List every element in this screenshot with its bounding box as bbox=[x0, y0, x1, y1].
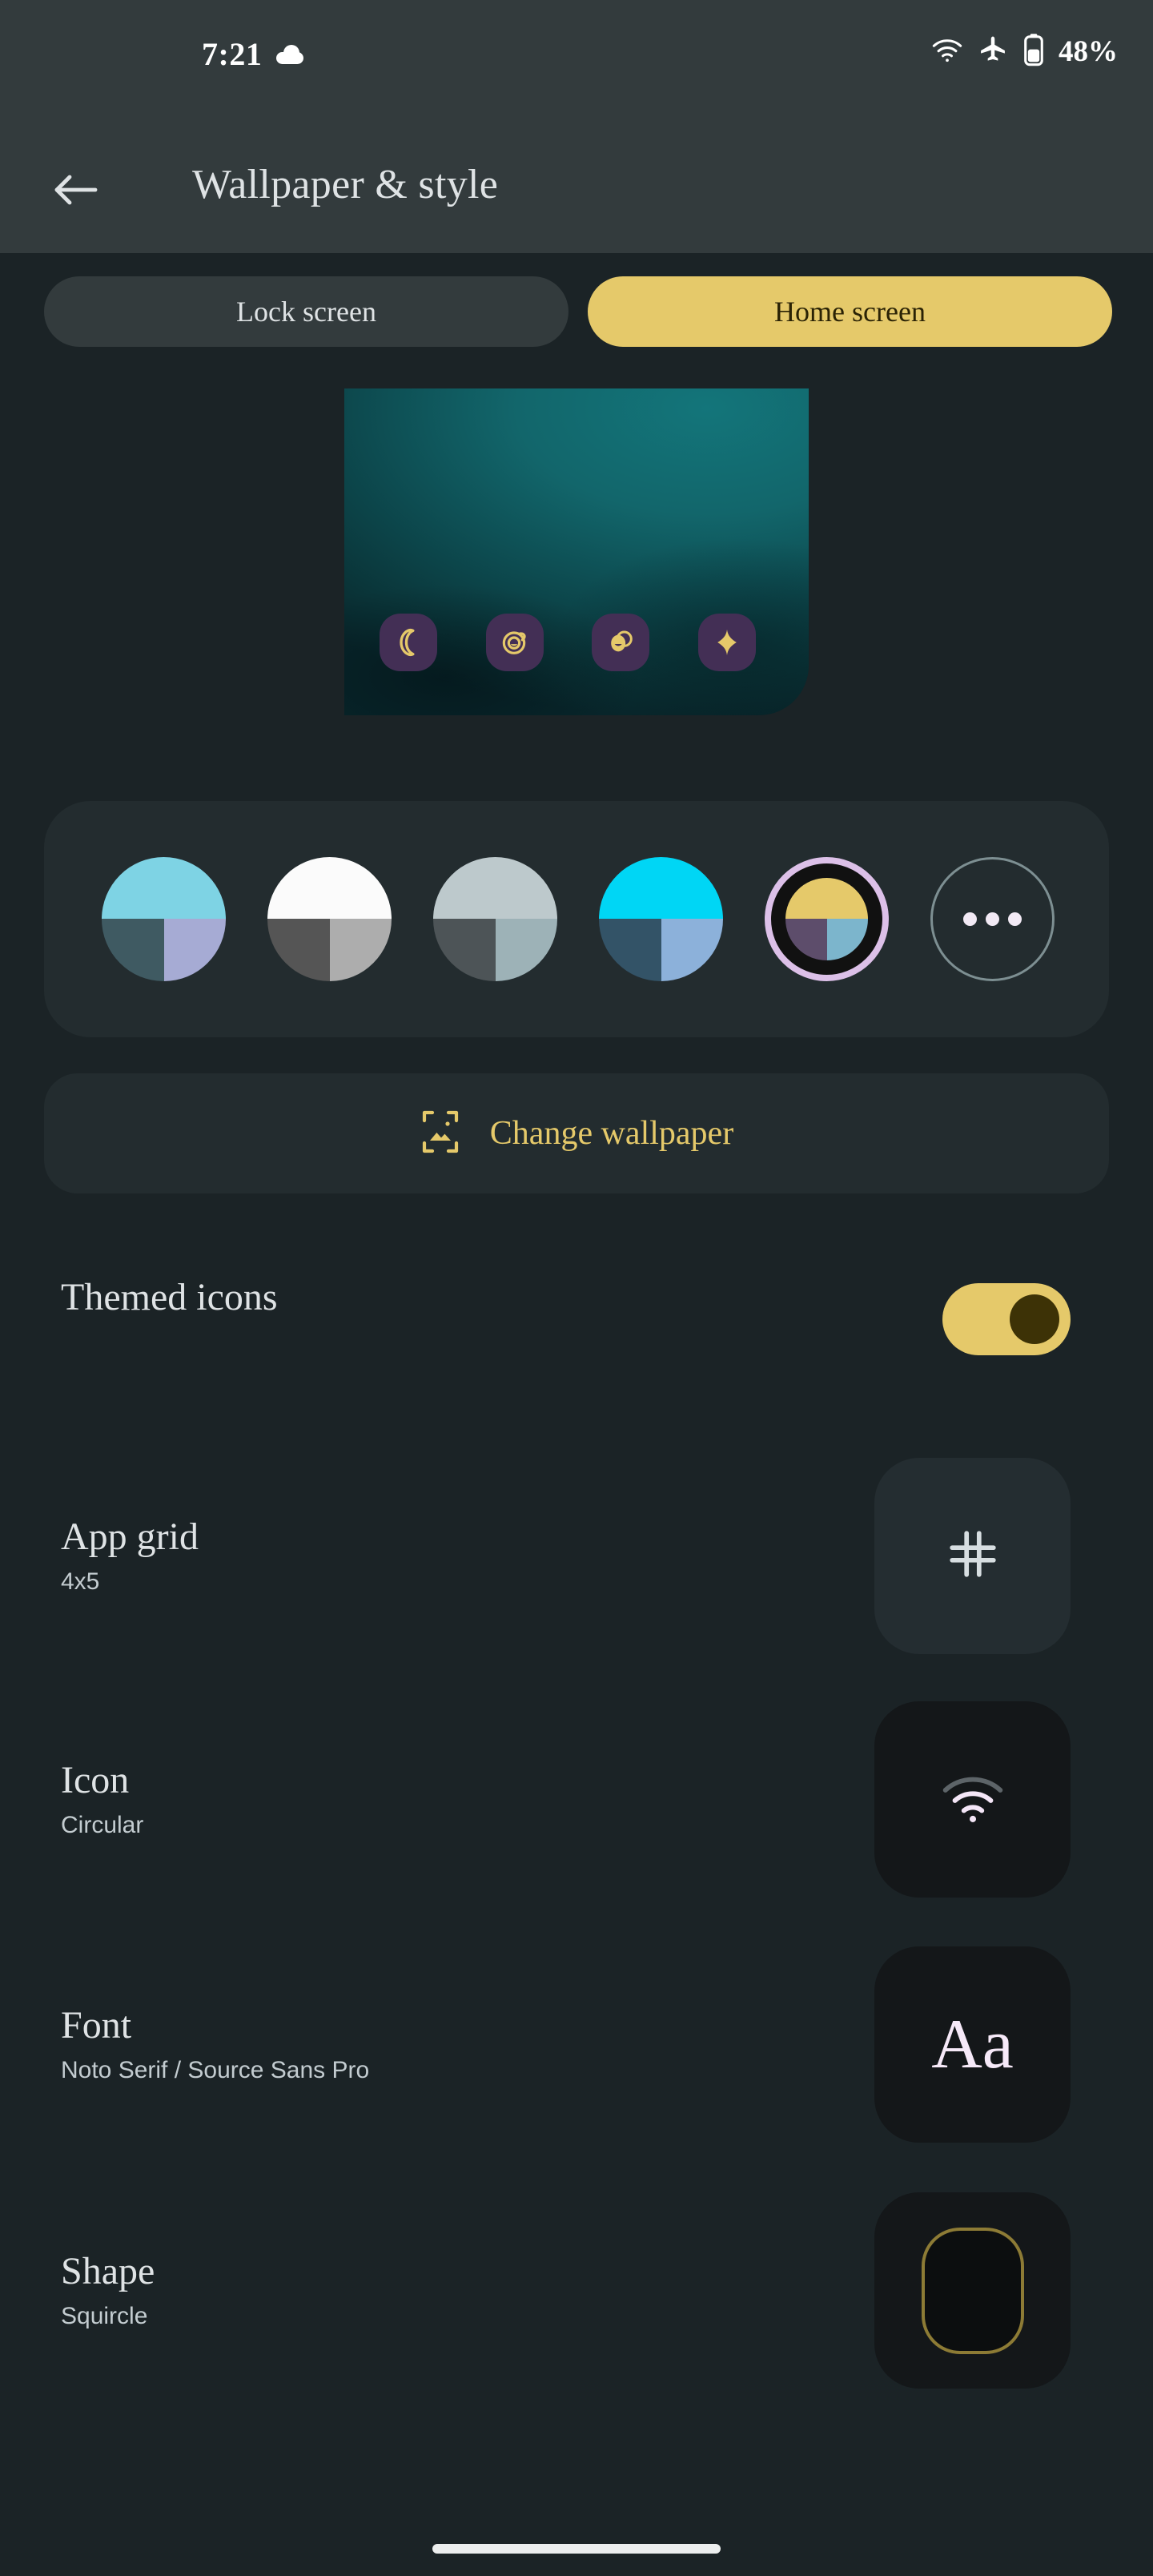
color-swatch-cyan[interactable] bbox=[599, 856, 723, 981]
back-arrow-icon[interactable] bbox=[48, 163, 102, 217]
assistant-sparkle-icon bbox=[697, 614, 756, 671]
setting-row-shape[interactable]: Shape Squircle bbox=[0, 2191, 1153, 2391]
icon-title: Icon bbox=[61, 1759, 130, 1801]
color-swatch-gray[interactable] bbox=[433, 856, 557, 981]
color-swatch-list bbox=[102, 843, 1055, 995]
change-wallpaper-button[interactable]: Change wallpaper bbox=[44, 1073, 1109, 1193]
home-screen-wallpaper-preview[interactable] bbox=[344, 388, 809, 715]
phone-icon bbox=[380, 614, 437, 671]
icon-style-thumbnail[interactable] bbox=[874, 1701, 1071, 1898]
squircle-shape-icon bbox=[921, 2227, 1024, 2354]
ellipsis-icon bbox=[963, 912, 977, 926]
wallpaper-image-icon bbox=[420, 1109, 461, 1158]
status-bar-left: 7:21 bbox=[202, 35, 304, 73]
font-thumbnail[interactable]: Aa bbox=[874, 1946, 1071, 2143]
setting-row-icon[interactable]: Icon Circular bbox=[0, 1700, 1153, 1900]
wifi-icon bbox=[930, 36, 964, 67]
airplane-mode-icon bbox=[977, 34, 1009, 70]
screen-type-tabs: Lock screen Home screen bbox=[0, 276, 1153, 348]
font-title: Font bbox=[61, 2004, 132, 2047]
camera-icon bbox=[485, 614, 544, 671]
change-wallpaper-label: Change wallpaper bbox=[489, 1115, 734, 1152]
more-colors-button[interactable] bbox=[930, 856, 1055, 981]
font-subtitle: Noto Serif / Source Sans Pro bbox=[61, 2057, 370, 2083]
contacts-icon bbox=[592, 614, 650, 671]
toggle-knob bbox=[1010, 1294, 1059, 1344]
shape-subtitle: Squircle bbox=[61, 2303, 148, 2329]
tab-home-screen[interactable]: Home screen bbox=[588, 276, 1112, 347]
ellipsis-icon bbox=[1008, 912, 1022, 926]
battery-percentage-label: 48% bbox=[1059, 35, 1118, 68]
tab-lock-screen[interactable]: Lock screen bbox=[44, 276, 568, 347]
themed-icons-toggle[interactable] bbox=[942, 1283, 1071, 1355]
cloud-icon bbox=[276, 44, 304, 64]
wifi-icon bbox=[938, 1769, 1007, 1829]
shape-title: Shape bbox=[61, 2250, 155, 2292]
icon-subtitle: Circular bbox=[61, 1812, 144, 1838]
status-bar-clock: 7:21 bbox=[202, 36, 263, 72]
themed-icons-title: Themed icons bbox=[61, 1276, 278, 1318]
app-grid-subtitle: 4x5 bbox=[61, 1568, 100, 1595]
ellipsis-icon bbox=[986, 912, 999, 926]
color-swatch-white[interactable] bbox=[267, 856, 392, 981]
color-swatch-teal[interactable] bbox=[102, 856, 226, 981]
preview-dock bbox=[380, 614, 756, 671]
app-grid-title: App grid bbox=[61, 1515, 199, 1558]
navigation-bar bbox=[0, 2499, 1153, 2576]
grid-hash-icon bbox=[944, 1525, 1002, 1587]
setting-row-font[interactable]: Font Noto Serif / Source Sans Pro Aa bbox=[0, 1945, 1153, 2145]
color-palette-card bbox=[44, 801, 1109, 1037]
color-swatch-yellow[interactable] bbox=[765, 856, 889, 981]
home-gesture-pill[interactable] bbox=[432, 2544, 721, 2554]
page-title: Wallpaper & style bbox=[192, 162, 499, 207]
battery-icon bbox=[1022, 32, 1046, 71]
shape-thumbnail[interactable] bbox=[874, 2192, 1071, 2389]
status-bar-right: 48% bbox=[930, 32, 1118, 71]
aa-text-icon: Aa bbox=[931, 2005, 1014, 2083]
app-grid-thumbnail[interactable] bbox=[874, 1458, 1071, 1654]
setting-row-app-grid[interactable]: App grid 4x5 bbox=[0, 1456, 1153, 1656]
wallpaper-and-style-screen: 7:21 48% Wallpaper & style Lock screen H… bbox=[0, 0, 1153, 2576]
setting-row-themed-icons[interactable]: Themed icons bbox=[0, 1250, 1153, 1378]
status-bar: 7:21 48% bbox=[0, 0, 1153, 124]
app-bar: Wallpaper & style bbox=[0, 124, 1153, 253]
